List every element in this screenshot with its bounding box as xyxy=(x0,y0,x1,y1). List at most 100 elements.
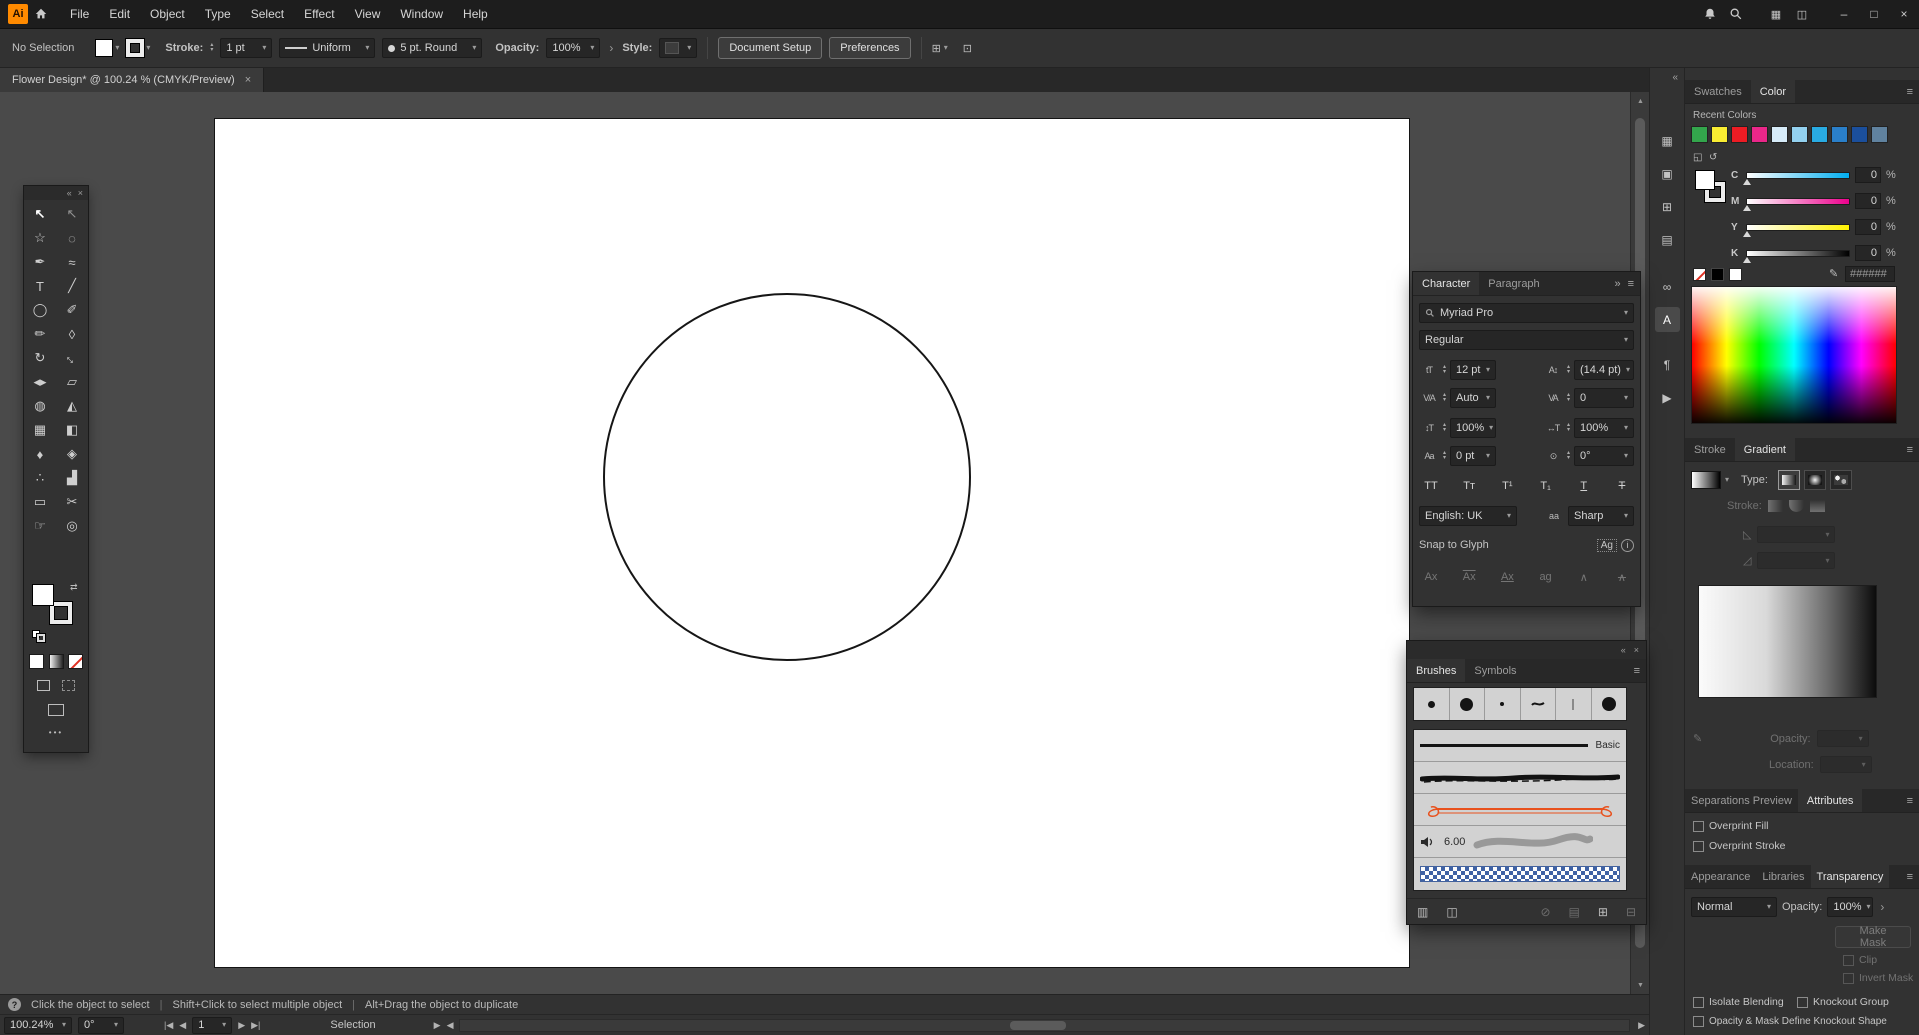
white-swatch[interactable] xyxy=(1729,268,1742,281)
edit-toolbar-icon[interactable]: ••• xyxy=(24,728,88,737)
color-spectrum[interactable] xyxy=(1691,286,1897,424)
horizontal-scrollbar-thumb[interactable] xyxy=(1009,1020,1066,1030)
expand-panels-icon[interactable]: « xyxy=(1672,72,1678,83)
first-artboard-icon[interactable]: |◀ xyxy=(164,1020,173,1031)
horizontal-scale-stepper[interactable]: ▴ ▾ xyxy=(1567,422,1570,433)
stroke-gradient-across-icon[interactable] xyxy=(1809,500,1825,512)
clip-checkbox[interactable]: Clip xyxy=(1843,954,1877,966)
leading-stepper[interactable]: ▴ ▾ xyxy=(1567,364,1570,375)
tab-transparency[interactable]: Transparency xyxy=(1810,865,1890,888)
language-field[interactable]: English: UK ▾ xyxy=(1419,506,1517,526)
type-case-button[interactable]: TT xyxy=(1419,476,1443,496)
type-tool[interactable]: T xyxy=(24,274,56,298)
brushes-panel-menu-icon[interactable]: ≡ xyxy=(1634,665,1640,677)
tab-attributes[interactable]: Attributes xyxy=(1797,789,1863,812)
selection-tool[interactable]: ↖ xyxy=(24,202,56,226)
artboard[interactable] xyxy=(215,119,1409,967)
snap-option-button[interactable]: Ax xyxy=(1419,567,1443,587)
tab-stroke[interactable]: Stroke xyxy=(1685,438,1735,461)
preferences-button[interactable]: Preferences xyxy=(829,37,911,59)
character-rotation-field[interactable]: 0° ▾ xyxy=(1574,446,1634,466)
lasso-tool[interactable]: ◌ xyxy=(56,226,88,250)
hscroll-left-icon[interactable]: ◀ xyxy=(447,1020,454,1031)
canvas[interactable] xyxy=(0,92,1630,994)
color-slider-thumb[interactable] xyxy=(1743,230,1751,237)
recent-color-swatch[interactable] xyxy=(1811,126,1828,143)
color-slider-track[interactable] xyxy=(1743,197,1850,211)
type-case-button[interactable]: Tᴛ xyxy=(1457,476,1481,496)
transparency-more-icon[interactable]: › xyxy=(1878,900,1886,914)
menubar-menu[interactable]: Window xyxy=(390,0,453,28)
overprint-fill-checkbox[interactable]: Overprint Fill xyxy=(1693,820,1769,832)
width-tool[interactable]: ◂▸ xyxy=(24,370,56,394)
recent-color-swatch[interactable] xyxy=(1691,126,1708,143)
circle-shape[interactable] xyxy=(603,293,971,661)
brush-libraries-icon[interactable]: ▥ xyxy=(1417,905,1428,919)
column-graph-tool[interactable]: ▟ xyxy=(56,466,88,490)
snap-option-button[interactable]: Ax xyxy=(1457,567,1481,587)
hand-tool[interactable]: ☞ xyxy=(24,514,56,538)
touch-workspace-icon[interactable]: ⊡ xyxy=(963,42,972,55)
home-icon[interactable] xyxy=(28,0,54,28)
transparency-opacity-field[interactable]: 100% ▾ xyxy=(1827,897,1874,917)
stroke-weight-stepper[interactable]: ▴ ▾ xyxy=(210,42,213,53)
recent-color-swatch[interactable] xyxy=(1791,126,1808,143)
vertical-scale-field[interactable]: 100% ▾ xyxy=(1450,418,1497,438)
brush-row-ornament[interactable] xyxy=(1414,794,1626,826)
brushes-collapse-icon[interactable]: « xyxy=(1621,645,1626,655)
stroke-caret-icon[interactable]: ▾ xyxy=(146,44,150,52)
baseline-shift-stepper[interactable]: ▴ ▾ xyxy=(1443,450,1446,461)
workspace-switcher-icon[interactable]: ▦ xyxy=(1763,0,1789,28)
stroke-color-well[interactable] xyxy=(126,39,145,57)
snap-option-button[interactable]: ∧ xyxy=(1610,567,1634,587)
slider-value-field[interactable]: 0 xyxy=(1855,193,1881,209)
scroll-down-icon[interactable]: ▼ xyxy=(1631,978,1650,992)
stroke-gradient-along-icon[interactable] xyxy=(1788,500,1804,512)
pencil-tool[interactable]: ✏ xyxy=(24,322,56,346)
arrange-documents-icon[interactable]: ◫ xyxy=(1789,0,1815,28)
attributes-panel-menu-icon[interactable]: ≡ xyxy=(1907,795,1913,807)
draw-normal-icon[interactable] xyxy=(36,680,50,691)
freeform-gradient-button[interactable] xyxy=(1829,470,1852,490)
notifications-bell-icon[interactable] xyxy=(1697,0,1723,28)
brush-row-scatter[interactable]: 6.00 xyxy=(1414,826,1626,858)
maximize-button[interactable]: □ xyxy=(1859,0,1889,28)
menubar-menu[interactable]: File xyxy=(60,0,99,28)
color-slider-track[interactable] xyxy=(1743,171,1850,185)
recent-color-swatch[interactable] xyxy=(1731,126,1748,143)
gradient-large-preview[interactable] xyxy=(1698,585,1877,698)
snap-option-button[interactable]: ag xyxy=(1534,567,1558,587)
menubar-menu[interactable]: Object xyxy=(140,0,195,28)
opacity-field[interactable]: 100% ▾ xyxy=(546,38,601,58)
vertical-scale-stepper[interactable]: ▴ ▾ xyxy=(1443,422,1446,433)
none-swatch[interactable] xyxy=(1693,268,1706,281)
radial-gradient-button[interactable] xyxy=(1803,470,1826,490)
recent-color-swatch[interactable] xyxy=(1831,126,1848,143)
swatches-panel-icon[interactable]: ⊞ xyxy=(1655,194,1680,219)
prev-artboard-icon[interactable]: ◀ xyxy=(179,1020,186,1031)
color-slider-thumb[interactable] xyxy=(1743,178,1751,185)
menubar-menu[interactable]: Select xyxy=(241,0,294,28)
tab-symbols[interactable]: Symbols xyxy=(1465,659,1525,682)
recent-color-swatch[interactable] xyxy=(1871,126,1888,143)
brush-options-icon[interactable]: ▤ xyxy=(1569,905,1580,919)
paintbrush-tool[interactable]: ✐ xyxy=(56,298,88,322)
close-button[interactable]: × xyxy=(1889,0,1919,28)
make-mask-button[interactable]: Make Mask xyxy=(1835,925,1911,949)
brush-thin-mark[interactable] xyxy=(1556,688,1592,720)
horizontal-scale-field[interactable]: 100% ▾ xyxy=(1574,418,1634,438)
linear-gradient-button[interactable] xyxy=(1777,470,1800,490)
rotate-tool[interactable]: ↻ xyxy=(24,346,56,370)
opacity-options-icon[interactable]: › xyxy=(607,41,615,55)
tab-separations-preview[interactable]: Separations Preview xyxy=(1685,789,1798,812)
eyedropper-tool[interactable]: ♦ xyxy=(24,442,56,466)
brush-row-basic[interactable]: Basic xyxy=(1414,730,1626,762)
anti-alias-field[interactable]: Sharp ▾ xyxy=(1568,506,1634,526)
zoom-field[interactable]: 100.24% ▾ xyxy=(4,1016,72,1034)
fill-color-well[interactable] xyxy=(95,39,114,57)
color-mode-button[interactable] xyxy=(28,654,44,669)
app-logo-icon[interactable]: Ai xyxy=(8,4,28,24)
document-tab[interactable]: Flower Design* @ 100.24 % (CMYK/Preview)… xyxy=(0,68,265,92)
snap-info-icon[interactable]: i xyxy=(1621,538,1634,552)
document-setup-button[interactable]: Document Setup xyxy=(718,37,823,59)
